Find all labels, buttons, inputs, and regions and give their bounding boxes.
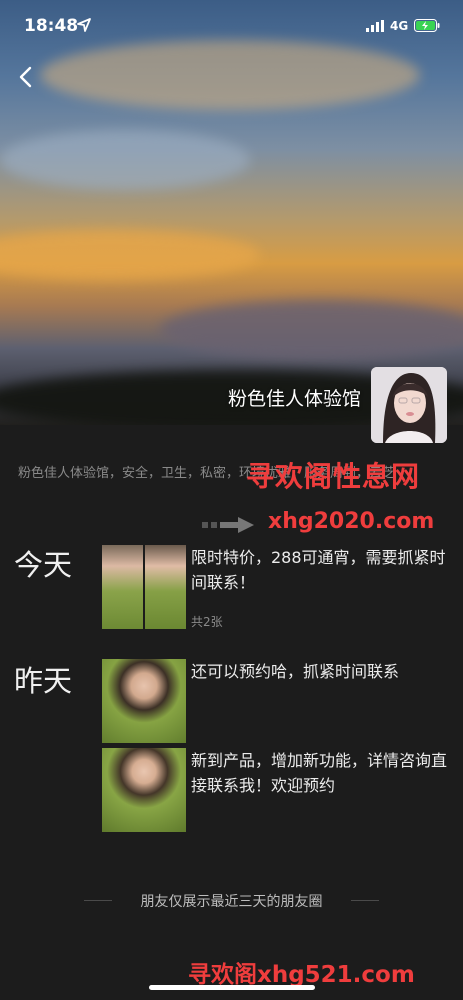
profile-name: 粉色佳人体验馆	[227, 388, 361, 410]
footer-note: 朋友仅展示最近三天的朋友圈	[140, 894, 323, 910]
cloud-shape	[40, 40, 420, 110]
thumbnail-image-2	[145, 545, 186, 629]
day-label-yesterday: 昨天	[14, 664, 73, 698]
post-thumbnail[interactable]	[102, 659, 186, 743]
image-count: 共2张	[191, 615, 223, 629]
day-label-today: 今天	[14, 548, 73, 582]
status-bar: 18:48 4G	[0, 0, 463, 50]
back-arrow-icon[interactable]	[14, 62, 38, 92]
post-text[interactable]: 限时特价，288可通宵，需要抓紧时间联系！	[191, 545, 449, 595]
post-thumbnail[interactable]	[102, 748, 186, 832]
cover-photo[interactable]	[0, 0, 463, 425]
watermark-url: xhg2020.com	[268, 509, 435, 534]
avatar-portrait	[371, 367, 447, 443]
battery-charging-icon	[414, 19, 440, 32]
post-text[interactable]: 还可以预约哈，抓紧时间联系	[191, 659, 449, 684]
signal-icon	[366, 20, 384, 32]
home-indicator[interactable]	[149, 985, 315, 990]
avatar[interactable]	[371, 367, 447, 443]
network-type: 4G	[390, 19, 409, 33]
watermark-bottom: 寻欢阁xhg521.com	[188, 962, 415, 988]
location-arrow-icon	[77, 18, 91, 32]
cloud-shape	[0, 230, 260, 280]
cloud-shape	[0, 130, 250, 190]
post-thumbnail[interactable]	[102, 545, 186, 629]
arrow-right-icon	[202, 517, 254, 533]
cloud-shape	[160, 300, 463, 360]
post-text[interactable]: 新到产品，增加新功能，详情咨询直接联系我！欢迎预约	[191, 748, 449, 798]
watermark-site-name: 寻欢阁性息网	[246, 460, 421, 493]
status-time: 18:48	[24, 16, 79, 36]
thumbnail-image-1	[102, 545, 143, 629]
